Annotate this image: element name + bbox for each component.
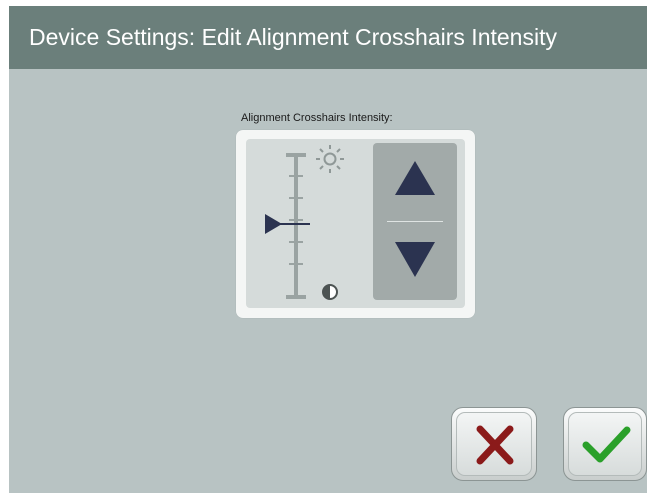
intensity-slider[interactable] xyxy=(246,139,366,308)
intensity-control-panel xyxy=(236,130,475,318)
sun-icon xyxy=(316,145,344,173)
intensity-label: Alignment Crosshairs Intensity: xyxy=(241,112,393,124)
step-buttons-panel xyxy=(373,143,457,300)
header-bar: Device Settings: Edit Alignment Crosshai… xyxy=(9,6,647,69)
slider-cap-top xyxy=(286,153,306,157)
cancel-button[interactable] xyxy=(451,407,537,481)
contrast-icon xyxy=(322,284,338,300)
arrow-down-icon xyxy=(395,242,435,277)
confirm-button[interactable] xyxy=(563,407,647,481)
device-settings-screen: Device Settings: Edit Alignment Crosshai… xyxy=(9,6,647,493)
decrease-intensity-button[interactable] xyxy=(373,224,457,300)
checkmark-icon xyxy=(582,426,631,463)
increase-intensity-button[interactable] xyxy=(373,143,457,219)
step-divider xyxy=(387,221,443,222)
intensity-control-inner xyxy=(246,139,465,308)
page-title: Device Settings: Edit Alignment Crosshai… xyxy=(29,24,557,50)
slider-cap-bottom xyxy=(286,295,306,299)
x-icon xyxy=(476,425,514,465)
arrow-up-icon xyxy=(395,161,435,195)
slider-pointer[interactable] xyxy=(265,214,310,234)
